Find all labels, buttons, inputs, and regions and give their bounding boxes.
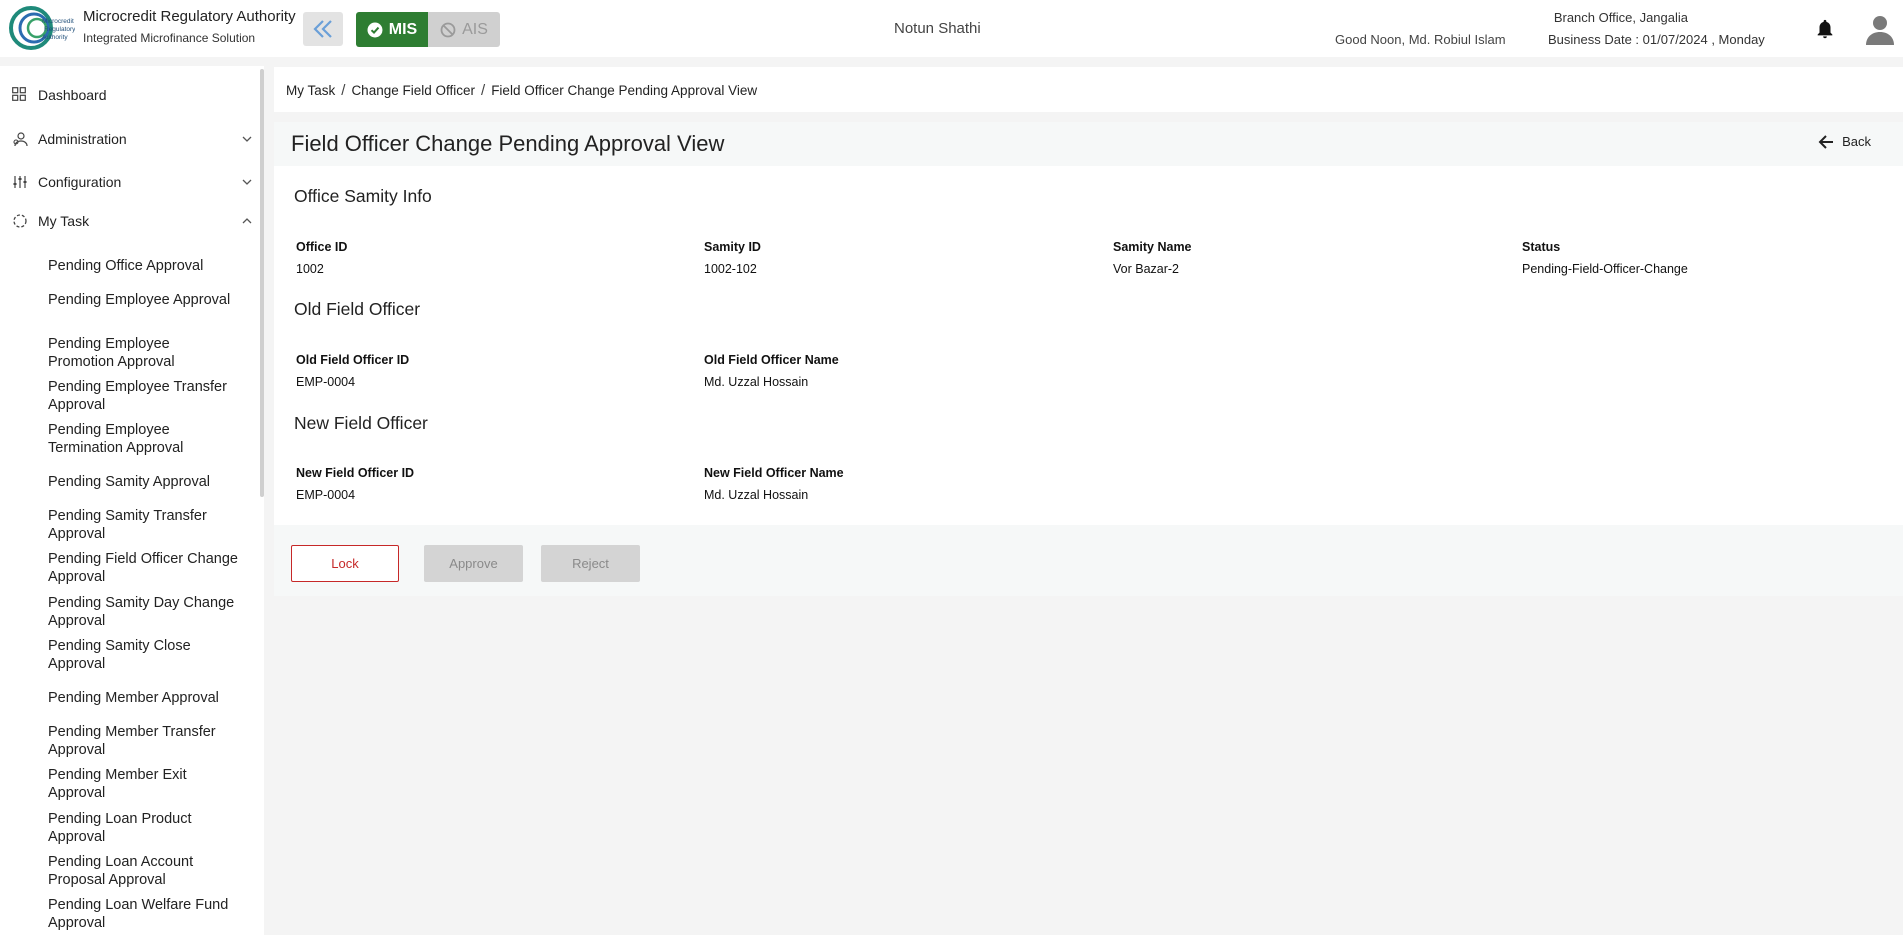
new-officer-name-label: New Field Officer Name [704,466,844,480]
mis-toggle-button[interactable]: MIS [356,12,428,47]
samity-id-value: 1002-102 [704,262,757,276]
greeting-text: Good Noon, Md. Robiul Islam [1335,32,1506,47]
sidebar-subitem-pending-member-exit-approval[interactable]: Pending Member Exit Approval [48,766,238,802]
svg-text:Authority: Authority [42,34,68,41]
reject-button[interactable]: Reject [541,545,640,582]
lock-button[interactable]: Lock [291,545,399,582]
svg-text:Microcredit: Microcredit [42,18,74,25]
admin-icon [12,131,28,147]
sidebar-subitem-pending-loan-account-proposal-approval[interactable]: Pending Loan Account Proposal Approval [48,853,238,889]
status-value: Pending-Field-Officer-Change [1522,262,1688,276]
sidebar-item-my-task[interactable]: My Task [12,208,254,234]
sidebar-item-label: Dashboard [38,87,107,103]
sidebar-subitem-pending-employee-approval[interactable]: Pending Employee Approval [48,291,238,309]
samity-id-label: Samity ID [704,240,761,254]
old-officer-id-label: Old Field Officer ID [296,353,410,367]
business-date: Business Date : 01/07/2024 , Monday [1548,32,1765,47]
sidebar-subitem-pending-samity-transfer-approval[interactable]: Pending Samity Transfer Approval [48,507,238,543]
sidebar-subitem-pending-employee-transfer-approval[interactable]: Pending Employee Transfer Approval [48,378,238,414]
breadcrumb-separator: / [481,82,486,99]
breadcrumb-current: Field Officer Change Pending Approval Vi… [491,83,758,98]
chevron-up-icon [242,218,252,224]
page-title: Field Officer Change Pending Approval Vi… [291,131,725,156]
action-bar: Lock Approve Reject [274,525,1903,596]
office-id-value: 1002 [296,262,324,276]
office-id-label: Office ID [296,240,348,254]
sidebar-subitem-pending-employee-promotion-approval[interactable]: Pending Employee Promotion Approval [48,335,238,371]
arrow-left-icon [1818,134,1834,149]
sidebar-subitem-pending-member-transfer-approval[interactable]: Pending Member Transfer Approval [48,723,238,759]
section-title-old-field-officer: Old Field Officer [294,299,421,319]
mis-ais-toggle: MIS AIS [356,12,500,47]
user-avatar-icon[interactable] [1863,12,1897,46]
sidebar-item-configuration[interactable]: Configuration [12,169,254,195]
mra-logo: Microcredit Regulatory Authority [9,6,75,50]
org-title: Microcredit Regulatory Authority [83,8,296,25]
sidebar-subitem-pending-loan-welfare-fund-approval[interactable]: Pending Loan Welfare Fund Approval [48,896,238,932]
bell-icon[interactable] [1814,18,1836,40]
panel-header: Field Officer Change Pending Approval Vi… [274,122,1903,166]
old-officer-name-label: Old Field Officer Name [704,353,839,367]
branch-name: Branch Office, Jangalia [1553,10,1688,25]
double-chevron-left-icon [313,20,332,38]
mis-label: MIS [388,20,418,38]
sidebar-subitem-pending-office-approval[interactable]: Pending Office Approval [48,257,238,275]
samity-name-value: Vor Bazar-2 [1113,262,1180,276]
svg-text:Regulatory: Regulatory [44,26,75,33]
new-officer-name-value: Md. Uzzal Hossain [704,488,809,502]
sidebar-item-dashboard[interactable]: Dashboard [12,82,254,108]
sidebar-subitem-pending-field-officer-change-approval[interactable]: Pending Field Officer Change Approval [48,550,238,586]
breadcrumb-bar: My Task / Change Field Officer / Field O… [274,67,1903,112]
sidebar-scrollbar[interactable] [260,69,264,497]
app-name: Notun Shathi [894,20,981,37]
check-circle-icon [367,22,383,37]
approve-button[interactable]: Approve [424,545,523,582]
sidebar-item-label: Administration [38,131,127,147]
sidebar-item-administration[interactable]: Administration [12,126,254,152]
new-officer-id-label: New Field Officer ID [296,466,415,480]
sidebar-subitem-pending-loan-product-approval[interactable]: Pending Loan Product Approval [48,810,238,846]
samity-name-label: Samity Name [1113,240,1192,254]
grid-icon [12,87,28,103]
breadcrumb: My Task / Change Field Officer / Field O… [286,82,757,99]
sidebar-subitem-pending-samity-approval[interactable]: Pending Samity Approval [48,473,238,491]
task-circle-icon [12,213,28,229]
sliders-icon [12,174,28,190]
sidebar-item-label: My Task [38,213,90,229]
breadcrumb-change-field-officer[interactable]: Change Field Officer [351,83,475,98]
section-title-office-samity: Office Samity Info [294,186,432,206]
sidebar-collapse-button[interactable] [303,12,343,46]
sidebar-item-label: Configuration [38,174,122,190]
chevron-down-icon [242,136,252,142]
back-button[interactable]: Back [1818,134,1871,149]
old-officer-id-value: EMP-0004 [296,375,356,389]
approval-view-panel: Field Officer Change Pending Approval Vi… [274,122,1903,596]
status-label: Status [1522,240,1561,254]
sidebar-subitem-pending-member-approval[interactable]: Pending Member Approval [48,689,238,707]
org-subtitle: Integrated Microfinance Solution [83,31,256,45]
sidebar-subitem-pending-samity-day-change-approval[interactable]: Pending Samity Day Change Approval [48,594,238,630]
ban-icon [440,22,456,37]
ais-label: AIS [462,20,488,38]
sidebar: Dashboard Administration Configuration M… [0,66,264,935]
sidebar-subitem-pending-employee-termination-approval[interactable]: Pending Employee Termination Approval [48,421,238,457]
new-officer-id-value: EMP-0004 [296,488,356,502]
sidebar-subitem-pending-samity-close-approval[interactable]: Pending Samity Close Approval [48,637,238,673]
chevron-down-icon [242,179,252,185]
breadcrumb-my-task[interactable]: My Task [286,83,335,98]
breadcrumb-separator: / [341,82,346,99]
back-label: Back [1842,134,1871,149]
ais-toggle-button[interactable]: AIS [428,12,500,47]
section-title-new-field-officer: New Field Officer [294,413,428,433]
old-officer-name-value: Md. Uzzal Hossain [704,375,809,389]
top-header: Microcredit Regulatory Authority Microcr… [0,0,1903,57]
